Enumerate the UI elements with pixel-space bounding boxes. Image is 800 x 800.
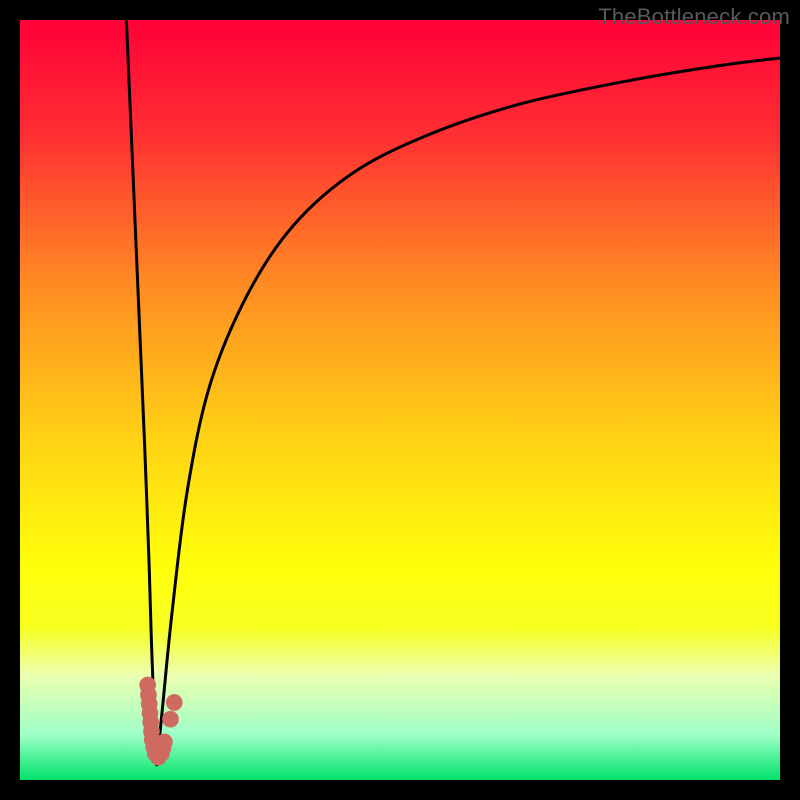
plot-area	[20, 20, 780, 780]
watermark-text: TheBottleneck.com	[598, 4, 790, 30]
gradient-background	[20, 20, 780, 780]
marker-dot	[162, 711, 179, 728]
marker-dot	[166, 694, 183, 711]
chart-frame: { "watermark": "TheBottleneck.com", "col…	[0, 0, 800, 800]
chart-svg	[20, 20, 780, 780]
marker-dot	[156, 734, 173, 751]
